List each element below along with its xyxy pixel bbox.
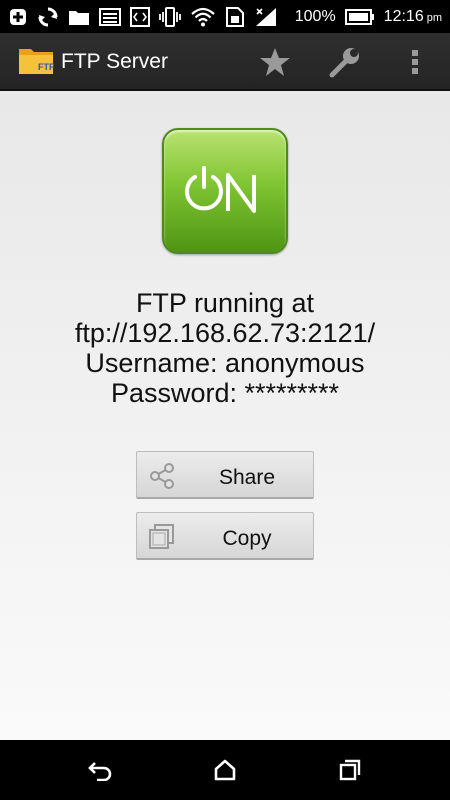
share-button-label: Share: [218, 466, 276, 489]
battery-icon: [344, 8, 375, 25]
sim-icon: [225, 6, 245, 28]
overflow-menu-icon[interactable]: [398, 45, 432, 79]
status-bar: 100% 12:16 pm: [0, 0, 450, 33]
ftp-icon-label: FTP: [38, 62, 54, 72]
clock: 12:16 pm: [384, 8, 442, 26]
status-line-url: ftp://192.168.62.73:2121/: [74, 318, 376, 348]
copy-button-label: Copy: [222, 527, 272, 550]
power-toggle-button[interactable]: [162, 128, 288, 254]
app-title: FTP Server: [61, 50, 168, 73]
signal-icon: [254, 6, 278, 28]
status-line-running: FTP running at: [135, 288, 315, 318]
battery-percent: 100%: [294, 7, 336, 25]
share-icon: [147, 461, 177, 491]
status-line-password: Password: *********: [110, 378, 340, 408]
server-status-text: FTP running at ftp://192.168.62.73:2121/…: [0, 288, 450, 408]
clock-time: 12:16: [383, 7, 424, 25]
folder-icon: [68, 8, 90, 26]
home-icon[interactable]: [211, 756, 239, 784]
notification-icons: [8, 6, 278, 28]
code-icon: [130, 6, 150, 27]
image-icon: [99, 7, 121, 26]
share-button[interactable]: Share: [136, 451, 314, 499]
action-bar: FTP FTP Server: [0, 33, 450, 91]
clock-ampm: pm: [426, 11, 442, 24]
status-line-username: Username: anonymous: [85, 348, 365, 378]
navigation-bar: [0, 740, 450, 800]
copy-icon: [147, 522, 177, 552]
favorite-star-icon[interactable]: [258, 45, 292, 79]
wrench-settings-icon[interactable]: [328, 45, 362, 79]
recents-icon[interactable]: [336, 756, 364, 784]
back-icon[interactable]: [86, 756, 114, 784]
screen: 100% 12:16 pm FTP FTP Server FTP running…: [0, 0, 450, 800]
vibrate-icon: [159, 6, 181, 28]
copy-button[interactable]: Copy: [136, 512, 314, 560]
power-on-icon: [185, 166, 256, 213]
main-content: FTP running at ftp://192.168.62.73:2121/…: [0, 91, 450, 740]
ftp-folder-icon: FTP: [18, 45, 55, 75]
status-right: 100% 12:16 pm: [295, 8, 442, 26]
sync-icon: [37, 6, 59, 28]
wifi-icon: [190, 6, 216, 28]
add-icon: [8, 7, 28, 27]
